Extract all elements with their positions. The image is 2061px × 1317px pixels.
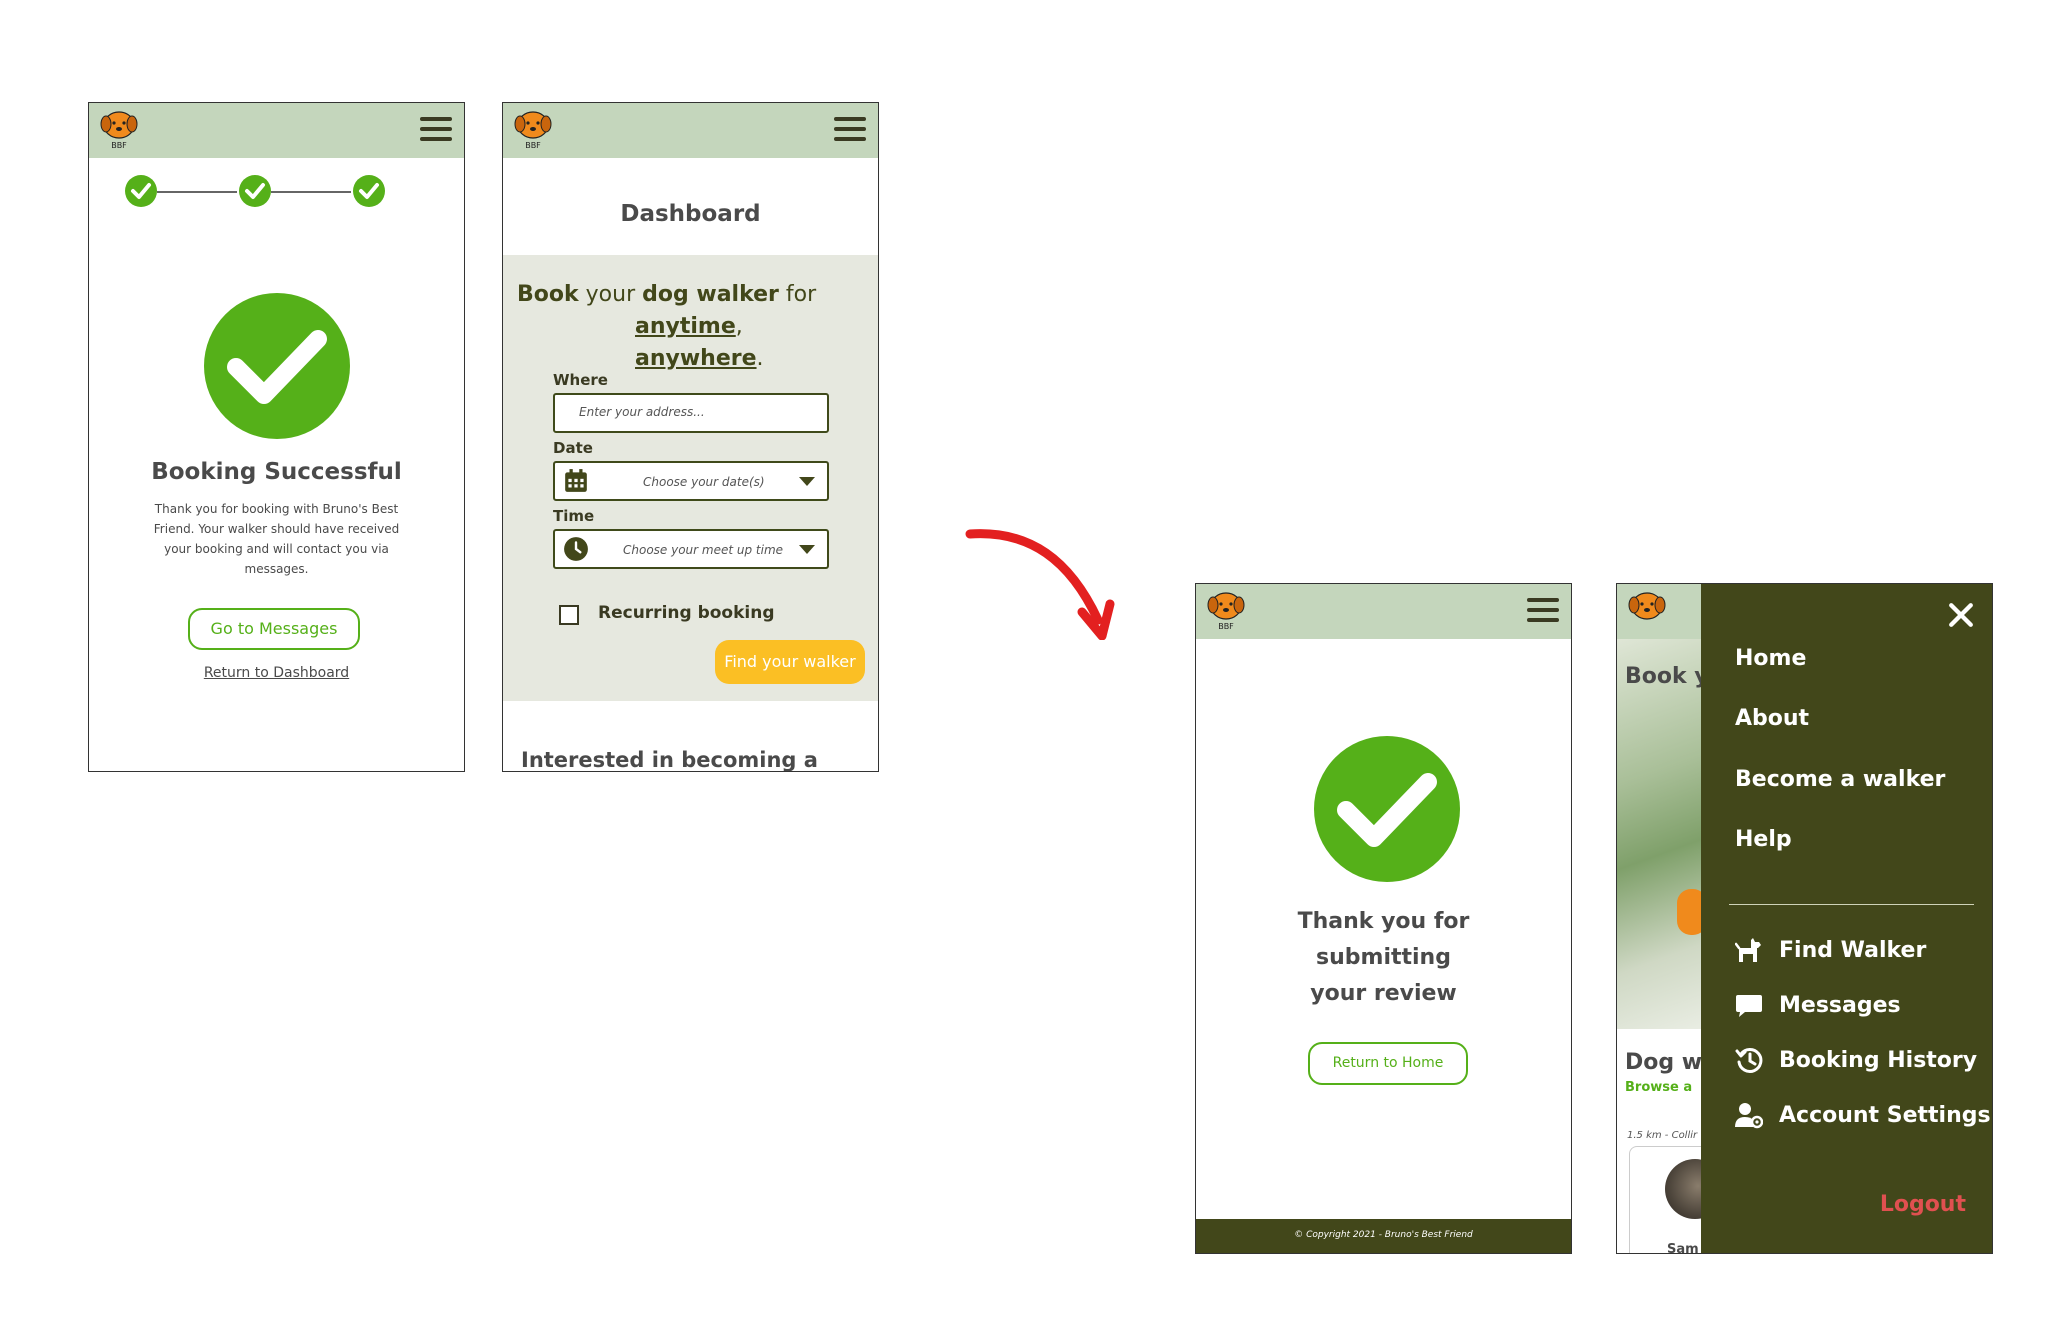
close-icon[interactable] [1948,602,1974,628]
nav-drawer: Home About Become a walker Help Find Wal… [1701,584,1992,1253]
menu-item-account-settings[interactable]: Account Settings [1735,1101,1991,1129]
review-success-screen: BBF Thank you for submitting your review… [1195,583,1572,1254]
recurring-checkbox[interactable] [559,605,579,625]
background-page: Book y Dog w Browse a 1.5 km - Collir Sa… [1617,584,1725,1254]
page-title: Booking Successful [151,459,402,485]
chevron-down-icon [799,545,815,554]
time-value: Choose your meet up time [623,543,784,557]
menu-item-become-walker[interactable]: Become a walker [1735,767,1945,792]
app-header: BBF [1196,584,1571,639]
background-name-text: Sam [1667,1242,1699,1254]
step-complete-icon [239,175,271,207]
menu-item-booking-history[interactable]: Booking History [1735,1046,1977,1074]
svg-text:BBF: BBF [1218,622,1234,631]
success-check-icon [1314,736,1460,882]
bbf-logo-icon [1628,592,1666,620]
time-select[interactable]: Choose your meet up time [553,529,829,569]
chevron-down-icon [799,477,815,486]
background-subheading: Dog w [1625,1050,1703,1075]
review-thanks-message: Thank you for submitting your review [1297,909,1470,1006]
return-to-dashboard-link[interactable]: Return to Dashboard [89,665,464,681]
dog-icon [1735,938,1761,962]
dashboard-screen: BBF Dashboard Book your dog walker for a… [502,102,879,772]
calendar-icon [565,469,587,492]
step-complete-icon [125,175,157,207]
copyright-text: © Copyright 2021 - Bruno's Best Friend [1294,1230,1473,1240]
find-walker-button[interactable]: Find your walker [715,640,865,684]
logout-link[interactable]: Logout [1880,1192,1966,1217]
clock-icon [564,537,588,561]
headline: Book your dog walker for anytime, anywhe… [517,282,817,371]
footer: © Copyright 2021 - Bruno's Best Friend [1196,1219,1571,1253]
bbf-logo-icon[interactable]: BBF [511,108,555,152]
return-to-home-button[interactable]: Return to Home [1308,1042,1468,1085]
go-to-messages-button[interactable]: Go to Messages [188,608,360,650]
menu-item-label: Account Settings [1779,1102,1991,1128]
user-gear-icon [1735,1103,1763,1129]
menu-item-find-walker[interactable]: Find Walker [1735,936,1926,964]
recurring-label: Recurring booking [598,603,775,623]
where-label: Where [553,371,608,389]
menu-divider [1729,904,1974,905]
app-header: BBF [503,103,878,158]
svg-text:BBF: BBF [525,141,541,150]
menu-item-about[interactable]: About [1735,706,1809,731]
become-walker-heading: Interested in becoming a [521,748,818,772]
success-message: Thank you for booking with Bruno's Best … [153,502,400,576]
date-label: Date [553,439,593,457]
step-connector [157,191,237,193]
history-icon [1735,1047,1763,1073]
chat-bubble-icon [1736,995,1762,1017]
menu-item-label: Find Walker [1779,937,1927,963]
background-header [1617,584,1701,639]
booking-panel: Book your dog walker for anytime, anywhe… [503,255,878,701]
menu-item-messages[interactable]: Messages [1735,991,1901,1019]
hamburger-menu-icon[interactable] [420,117,452,143]
address-placeholder: Enter your address... [579,405,705,419]
menu-item-home[interactable]: Home [1735,646,1806,671]
step-complete-icon [353,175,385,207]
success-check-icon [204,293,350,439]
background-hero-image [1617,639,1701,1029]
menu-item-help[interactable]: Help [1735,827,1792,852]
background-browse-text: Browse a [1625,1080,1693,1095]
bbf-logo-icon[interactable]: BBF [1204,589,1248,633]
booking-success-screen: BBF Booking Successful Thank you for boo… [88,102,465,772]
page-title: Dashboard [620,201,761,227]
step-connector [271,191,351,193]
flow-arrow-icon [965,529,1115,640]
menu-item-label: Messages [1779,992,1901,1018]
background-heading: Book y [1625,664,1709,689]
menu-item-label: Booking History [1779,1047,1978,1073]
hamburger-menu-icon[interactable] [1527,598,1559,624]
hamburger-menu-icon[interactable] [834,117,866,143]
address-input[interactable]: Enter your address... [553,393,829,433]
background-distance-text: 1.5 km - Collir [1627,1130,1698,1141]
nav-menu-screen: Book y Dog w Browse a 1.5 km - Collir Sa… [1616,583,1993,1254]
svg-text:BBF: BBF [111,141,127,150]
app-header: BBF [89,103,464,158]
date-select[interactable]: Choose your date(s) [553,461,829,501]
time-label: Time [553,507,595,525]
date-value: Choose your date(s) [643,475,765,489]
bbf-logo-icon[interactable]: BBF [97,108,141,152]
